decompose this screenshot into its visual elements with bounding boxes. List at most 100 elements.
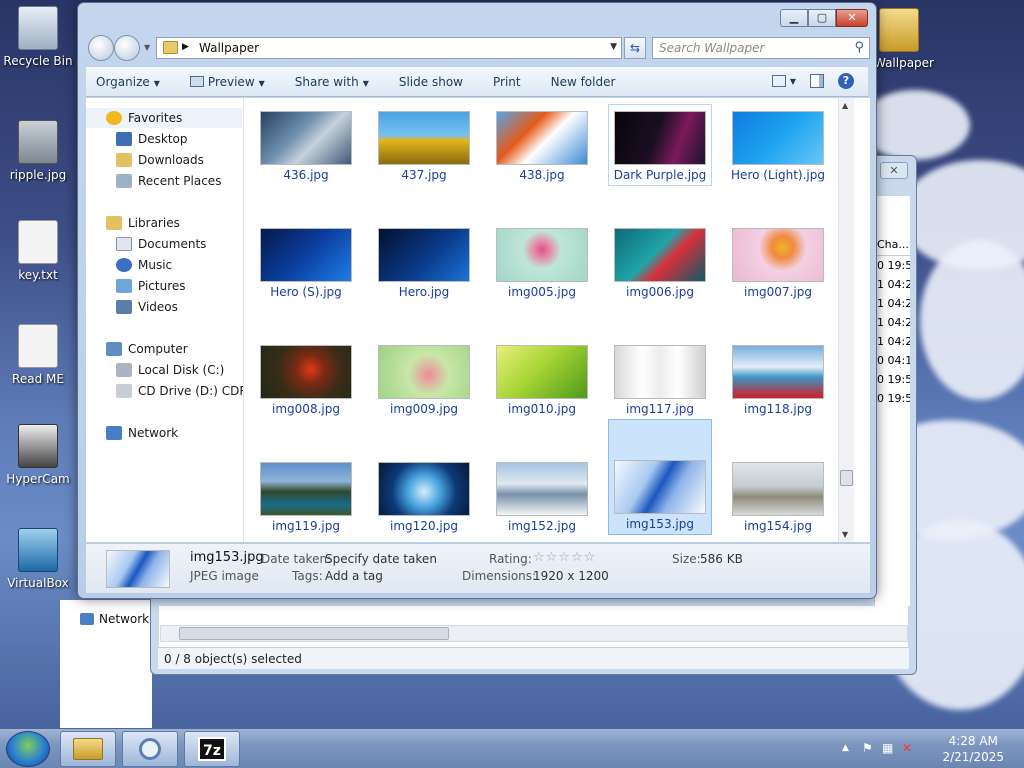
- change-view-icon[interactable]: [771, 75, 786, 87]
- nav-recent-places[interactable]: Recent Places: [116, 171, 221, 191]
- desktop-icon-read-me[interactable]: Read ME: [0, 324, 76, 386]
- forward-button[interactable]: [114, 35, 140, 61]
- view-dropdown-icon[interactable]: ▼: [790, 77, 796, 86]
- file-thumbnail[interactable]: Dark Purple.jpg: [608, 104, 712, 186]
- maximize-button[interactable]: ▢: [808, 9, 836, 27]
- taskbar-explorer-button[interactable]: [60, 731, 116, 767]
- file-thumbnail[interactable]: img120.jpg: [372, 455, 476, 537]
- network-status-icon[interactable]: ▦: [882, 741, 896, 755]
- horizontal-scrollbar[interactable]: [160, 625, 908, 642]
- clock[interactable]: 4:28 AM 2/21/2025: [942, 733, 1004, 765]
- breadcrumb-arrow-icon[interactable]: ▶: [182, 42, 189, 52]
- scroll-down-icon[interactable]: ▼: [842, 530, 848, 539]
- taskbar-7zip-button[interactable]: 7z: [184, 731, 240, 767]
- pictures-icon: [116, 279, 132, 293]
- nav-videos[interactable]: Videos: [116, 297, 178, 317]
- desktop-icon-key-txt[interactable]: key.txt: [0, 220, 76, 282]
- system-tray: ▲ ⚑ ▦ ✕ 4:28 AM 2/21/2025: [834, 729, 1024, 768]
- table-row: 0 04:1: [877, 354, 910, 367]
- address-bar[interactable]: ▶ Wallpaper ▼: [156, 37, 622, 59]
- chevron-down-icon: ▼: [362, 78, 369, 88]
- organize-button[interactable]: Organize ▼: [96, 75, 160, 89]
- minimize-button[interactable]: ▁: [780, 9, 808, 27]
- taskbar-search-button[interactable]: [122, 731, 178, 767]
- file-thumbnail[interactable]: 437.jpg: [372, 104, 476, 186]
- nav-cd-drive[interactable]: CD Drive (D:) CDROM: [116, 381, 243, 401]
- rating-stars[interactable]: ☆☆☆☆☆: [533, 550, 596, 565]
- details-filename: img153.jpg: [190, 550, 264, 565]
- column-header-changed[interactable]: Cha...: [875, 234, 910, 256]
- nav-pictures[interactable]: Pictures: [116, 276, 186, 296]
- scrollbar-thumb[interactable]: [179, 627, 449, 640]
- refresh-button[interactable]: ⇆: [624, 37, 646, 59]
- nav-favorites[interactable]: Favorites: [86, 108, 242, 128]
- nav-desktop[interactable]: Desktop: [116, 129, 188, 149]
- desktop-icon-hypercam[interactable]: HyperCam: [0, 424, 76, 486]
- search-icon[interactable]: ⚲: [854, 40, 864, 55]
- start-button[interactable]: [6, 731, 50, 767]
- file-thumbnail[interactable]: img008.jpg: [254, 338, 358, 420]
- file-thumbnail[interactable]: img005.jpg: [490, 221, 594, 303]
- scrollbar-thumb[interactable]: [840, 470, 853, 486]
- file-name-label: img006.jpg: [626, 285, 694, 299]
- nav-music[interactable]: Music: [116, 255, 172, 275]
- file-thumbnail[interactable]: 436.jpg: [254, 104, 358, 186]
- tags-value[interactable]: Add a tag: [325, 569, 383, 583]
- search-input[interactable]: Search Wallpaper ⚲: [652, 37, 870, 59]
- file-thumbnail[interactable]: Hero.jpg: [372, 221, 476, 303]
- desktop-icon: [116, 132, 132, 146]
- nav-network[interactable]: Network: [106, 423, 178, 443]
- hypercam-icon: [18, 424, 58, 468]
- address-dropdown-icon[interactable]: ▼: [610, 42, 617, 52]
- preview-button[interactable]: Preview ▼: [189, 75, 265, 89]
- file-thumbnail[interactable]: Hero (S).jpg: [254, 221, 358, 303]
- preview-pane-icon[interactable]: [810, 74, 824, 88]
- slide-show-button[interactable]: Slide show: [399, 75, 463, 89]
- virtualbox-icon: [18, 528, 58, 572]
- nav-local-disk[interactable]: Local Disk (C:): [116, 360, 224, 380]
- file-thumbnail[interactable]: img117.jpg: [608, 338, 712, 420]
- file-thumbnail[interactable]: img006.jpg: [608, 221, 712, 303]
- background-nav-network[interactable]: Network: [80, 612, 149, 626]
- file-thumbnail[interactable]: img007.jpg: [726, 221, 830, 303]
- file-name-label: img010.jpg: [508, 402, 576, 416]
- desktop-icon-recycle-bin[interactable]: Recycle Bin: [0, 6, 76, 68]
- nav-documents[interactable]: Documents: [116, 234, 206, 254]
- file-thumbnail[interactable]: img010.jpg: [490, 338, 594, 420]
- table-row: 0 19:5: [877, 373, 910, 386]
- new-folder-button[interactable]: New folder: [551, 75, 616, 89]
- nav-computer[interactable]: Computer: [106, 339, 188, 359]
- back-button[interactable]: [88, 35, 114, 61]
- thumbnail-image: [378, 345, 470, 399]
- show-hidden-icons-icon[interactable]: ▲: [842, 743, 856, 757]
- date-taken-value[interactable]: Specify date taken: [325, 552, 437, 566]
- folder-icon: [163, 41, 178, 54]
- breadcrumb-wallpaper[interactable]: Wallpaper: [199, 41, 259, 55]
- file-name-label: Dark Purple.jpg: [613, 168, 707, 182]
- file-thumbnail[interactable]: img118.jpg: [726, 338, 830, 420]
- file-thumbnail[interactable]: img009.jpg: [372, 338, 476, 420]
- table-row: 1 04:2: [877, 278, 910, 291]
- title-buttons: ▁ ▢ ✕: [780, 9, 868, 27]
- file-thumbnail[interactable]: img119.jpg: [254, 455, 358, 537]
- file-thumbnail[interactable]: img153.jpg: [608, 419, 712, 535]
- help-icon[interactable]: ?: [838, 73, 854, 89]
- print-button[interactable]: Print: [493, 75, 521, 89]
- file-thumbnail[interactable]: img154.jpg: [726, 455, 830, 537]
- close-button[interactable]: ✕: [836, 9, 868, 27]
- action-center-flag-icon[interactable]: ⚑: [862, 741, 876, 755]
- share-with-button[interactable]: Share with ▼: [295, 75, 369, 89]
- history-dropdown-icon[interactable]: ▼: [144, 43, 150, 52]
- nav-libraries[interactable]: Libraries: [106, 213, 180, 233]
- scroll-up-icon[interactable]: ▲: [842, 101, 848, 110]
- details-filetype: JPEG image: [190, 569, 259, 583]
- desktop-icon-ripple[interactable]: ripple.jpg: [0, 120, 76, 182]
- vertical-scrollbar[interactable]: ▲ ▼: [838, 98, 854, 542]
- file-thumbnail[interactable]: 438.jpg: [490, 104, 594, 186]
- volume-muted-icon[interactable]: ✕: [902, 741, 916, 755]
- file-thumbnail[interactable]: Hero (Light).jpg: [726, 104, 830, 186]
- background-window-close-button[interactable]: ✕: [880, 162, 908, 179]
- file-thumbnail[interactable]: img152.jpg: [490, 455, 594, 537]
- nav-downloads[interactable]: Downloads: [116, 150, 204, 170]
- desktop-icon-virtualbox[interactable]: VirtualBox: [0, 528, 76, 590]
